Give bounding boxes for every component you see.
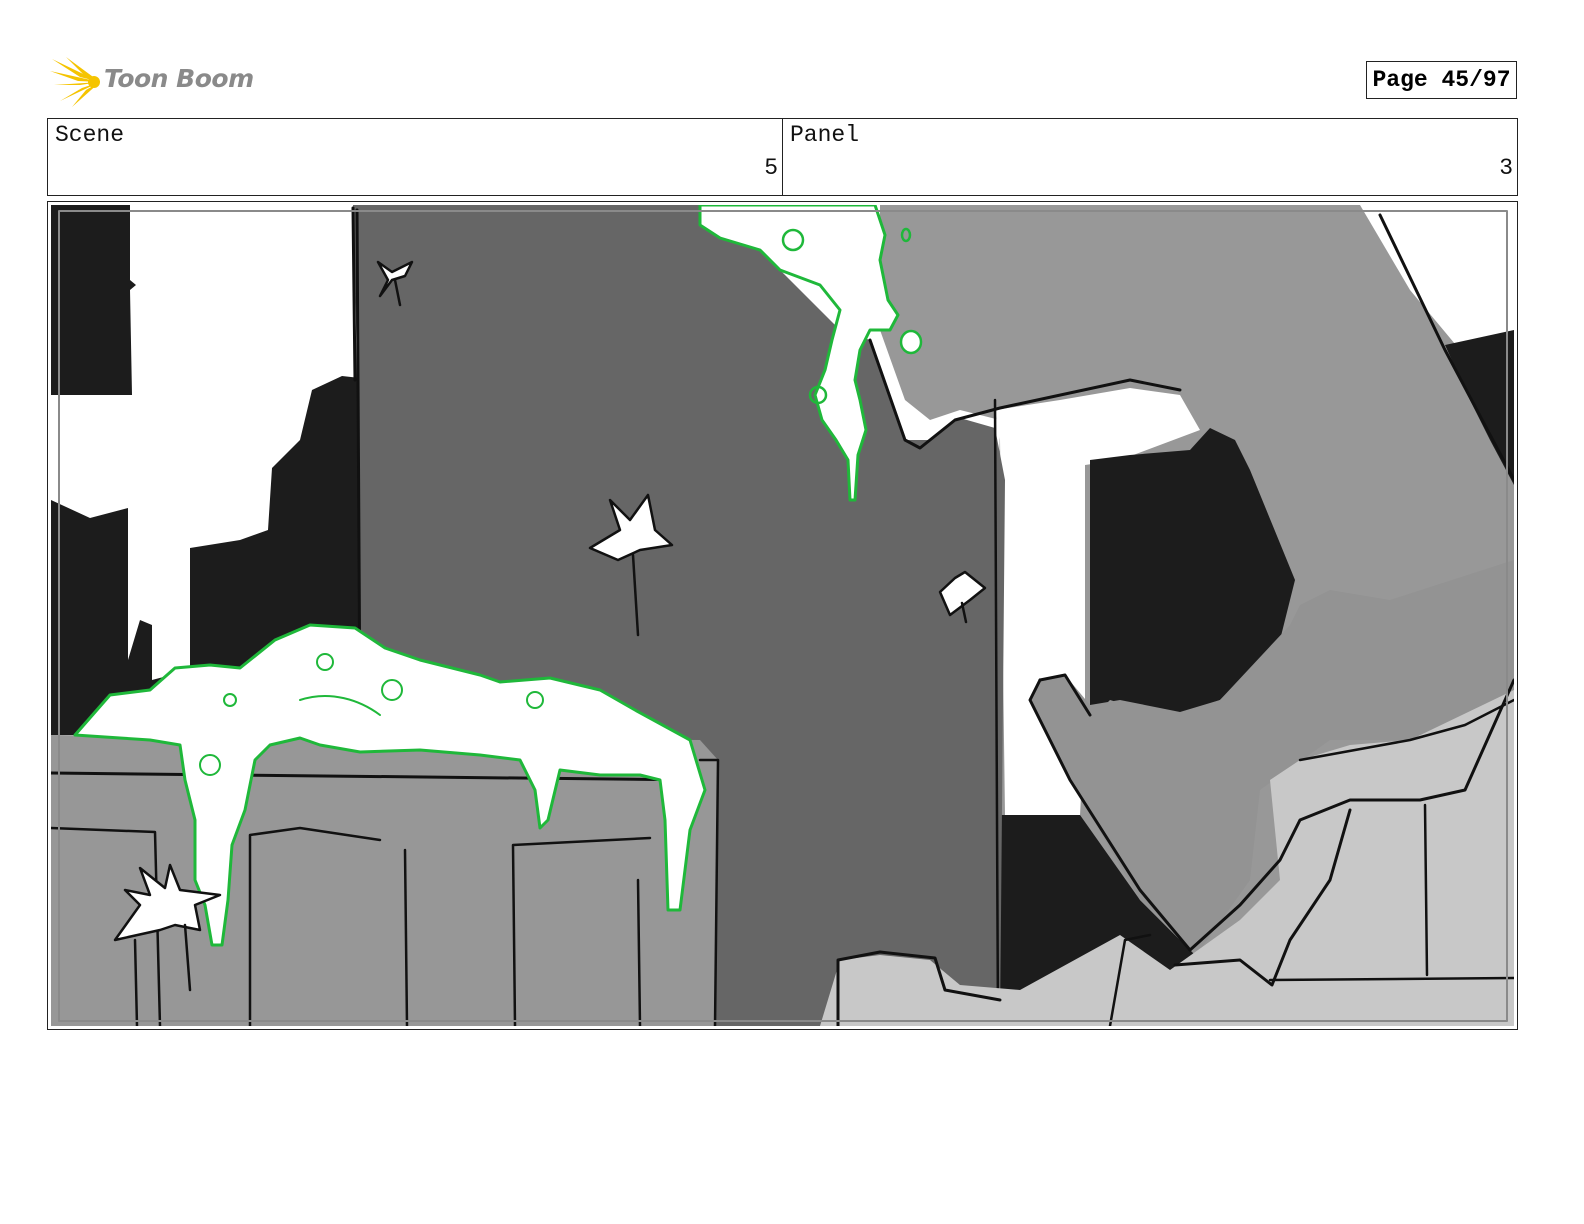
logo-text: Toon Boom [104,64,254,93]
panel-cell: Panel 3 [782,119,1517,195]
scene-label: Scene [55,122,125,148]
scene-cell: Scene 5 [48,119,782,195]
scene-number: 5 [764,155,778,181]
panel-number: 3 [1499,155,1513,181]
page-number: Page 45/97 [1366,61,1517,99]
storyboard-panel-image [51,205,1514,1026]
scene-panel-table: Scene 5 Panel 3 [47,118,1518,196]
starburst-logo-icon [50,57,100,107]
panel-label: Panel [790,122,860,148]
